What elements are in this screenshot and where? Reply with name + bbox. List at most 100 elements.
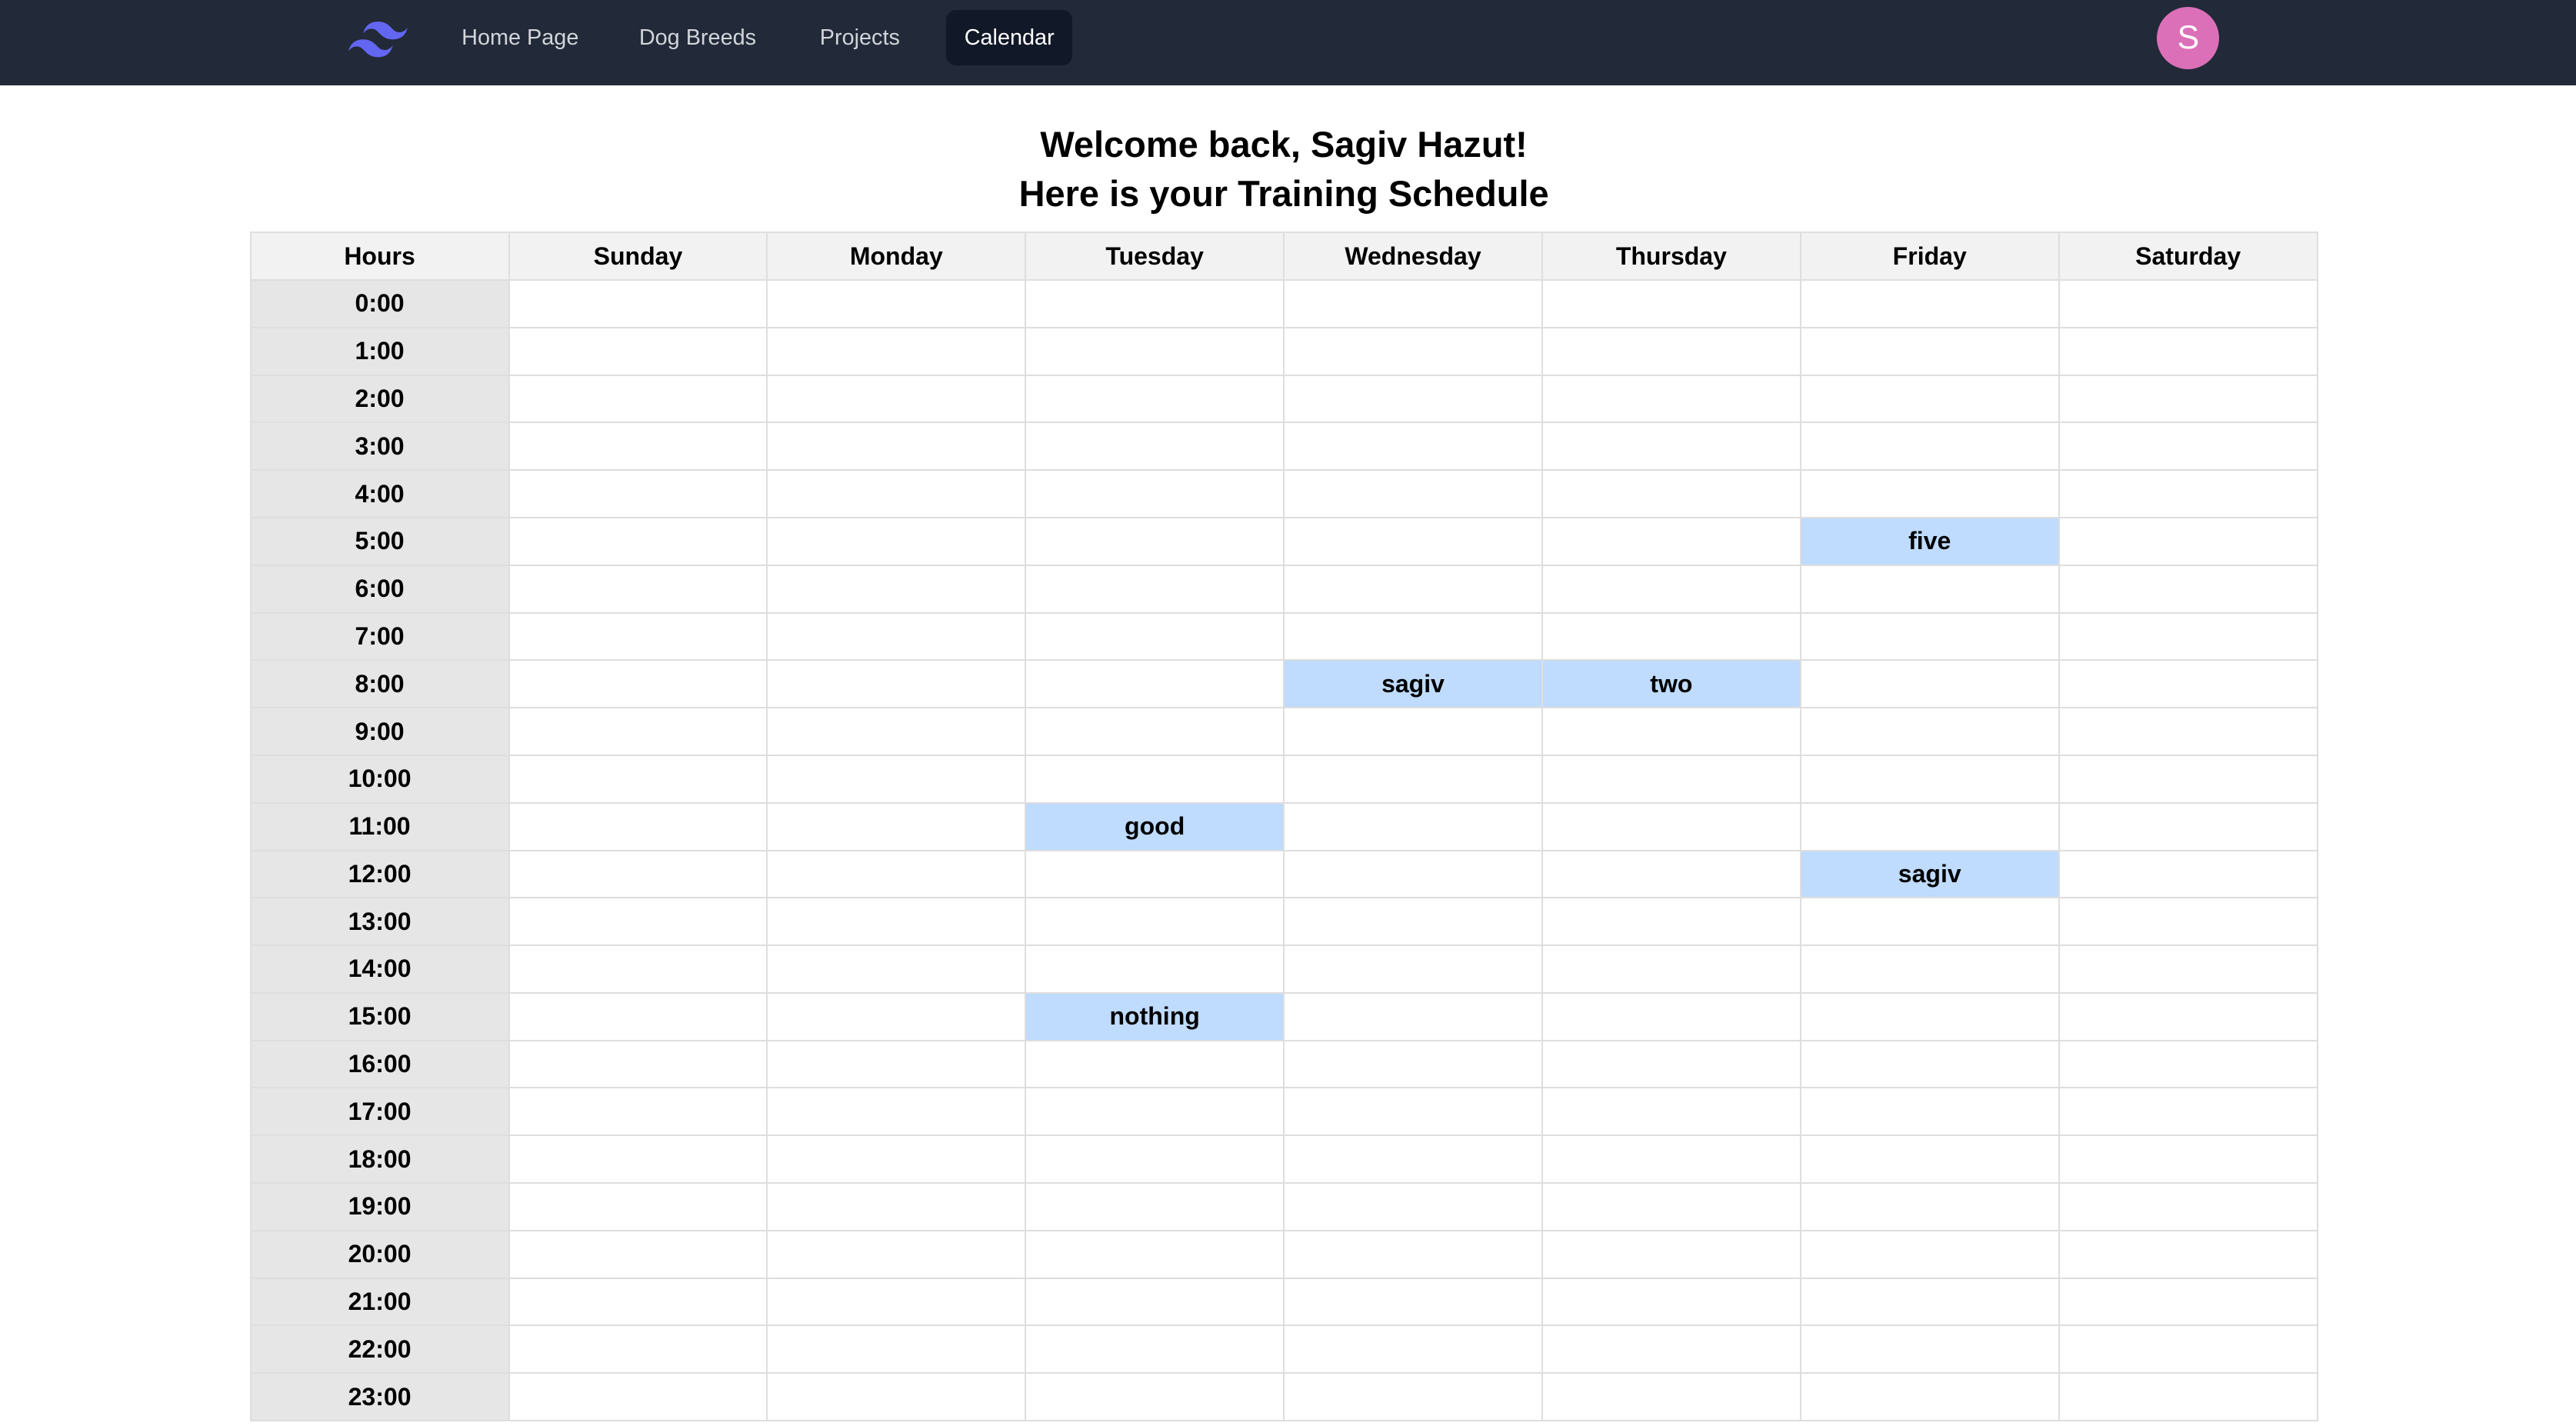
calendar-slot[interactable] bbox=[2058, 564, 2318, 614]
calendar-slot[interactable] bbox=[1283, 1324, 1543, 1374]
calendar-slot[interactable] bbox=[1283, 1182, 1543, 1231]
calendar-slot[interactable] bbox=[1283, 278, 1543, 328]
calendar-slot[interactable] bbox=[1541, 1372, 1801, 1422]
calendar-slot[interactable] bbox=[1541, 849, 1801, 899]
calendar-slot[interactable] bbox=[2058, 1039, 2318, 1089]
calendar-slot[interactable] bbox=[508, 374, 768, 424]
calendar-slot[interactable] bbox=[2058, 1277, 2318, 1327]
calendar-slot[interactable] bbox=[1541, 801, 1801, 851]
calendar-slot[interactable] bbox=[1541, 469, 1801, 518]
calendar-slot[interactable] bbox=[508, 945, 768, 994]
calendar-slot[interactable] bbox=[1025, 945, 1285, 994]
calendar-slot[interactable] bbox=[1025, 469, 1285, 518]
calendar-slot[interactable] bbox=[766, 707, 1027, 756]
nav-calendar[interactable]: Calendar bbox=[946, 9, 1073, 66]
calendar-slot[interactable] bbox=[1025, 421, 1285, 471]
calendar-event[interactable]: five bbox=[1799, 516, 2060, 566]
calendar-slot[interactable] bbox=[1799, 1372, 2060, 1422]
calendar-slot[interactable] bbox=[1283, 801, 1543, 851]
tailwind-logo-icon[interactable] bbox=[348, 20, 408, 59]
calendar-slot[interactable] bbox=[508, 278, 768, 328]
calendar-slot[interactable] bbox=[1799, 754, 2060, 804]
calendar-slot[interactable] bbox=[766, 326, 1027, 376]
calendar-slot[interactable] bbox=[766, 516, 1027, 566]
calendar-slot[interactable] bbox=[1541, 1182, 1801, 1231]
calendar-slot[interactable] bbox=[1025, 611, 1285, 661]
calendar-slot[interactable] bbox=[2058, 374, 2318, 424]
calendar-slot[interactable] bbox=[508, 516, 768, 566]
calendar-slot[interactable] bbox=[2058, 1087, 2318, 1137]
calendar-slot[interactable] bbox=[508, 659, 768, 709]
calendar-slot[interactable] bbox=[508, 1324, 768, 1374]
calendar-slot[interactable] bbox=[1283, 991, 1543, 1041]
calendar-slot[interactable] bbox=[508, 564, 768, 614]
calendar-slot[interactable] bbox=[508, 1182, 768, 1231]
calendar-slot[interactable] bbox=[2058, 945, 2318, 994]
calendar-slot[interactable] bbox=[508, 707, 768, 756]
calendar-slot[interactable] bbox=[766, 897, 1027, 947]
calendar-slot[interactable] bbox=[1541, 945, 1801, 994]
calendar-slot[interactable] bbox=[1799, 278, 2060, 328]
calendar-slot[interactable] bbox=[1799, 374, 2060, 424]
calendar-slot[interactable] bbox=[1025, 1229, 1285, 1279]
calendar-slot[interactable] bbox=[2058, 1229, 2318, 1279]
calendar-slot[interactable] bbox=[766, 1182, 1027, 1231]
calendar-slot[interactable] bbox=[766, 801, 1027, 851]
calendar-slot[interactable] bbox=[1799, 1182, 2060, 1231]
calendar-slot[interactable] bbox=[1025, 1134, 1285, 1184]
calendar-slot[interactable] bbox=[1799, 1087, 2060, 1137]
calendar-slot[interactable] bbox=[1025, 1039, 1285, 1089]
calendar-slot[interactable] bbox=[1025, 659, 1285, 709]
calendar-slot[interactable] bbox=[1283, 707, 1543, 756]
calendar-slot[interactable] bbox=[1025, 1324, 1285, 1374]
calendar-slot[interactable] bbox=[1025, 707, 1285, 756]
calendar-slot[interactable] bbox=[766, 754, 1027, 804]
calendar-slot[interactable] bbox=[766, 945, 1027, 994]
nav-projects[interactable]: Projects bbox=[801, 10, 918, 66]
calendar-slot[interactable] bbox=[1799, 1134, 2060, 1184]
calendar-slot[interactable] bbox=[1541, 1134, 1801, 1184]
calendar-event[interactable]: nothing bbox=[1025, 991, 1285, 1041]
calendar-slot[interactable] bbox=[508, 1229, 768, 1279]
nav-dog-breeds[interactable]: Dog Breeds bbox=[621, 10, 774, 66]
calendar-slot[interactable] bbox=[1283, 1229, 1543, 1279]
calendar-slot[interactable] bbox=[766, 564, 1027, 614]
calendar-slot[interactable] bbox=[2058, 659, 2318, 709]
calendar-slot[interactable] bbox=[508, 1039, 768, 1089]
calendar-slot[interactable] bbox=[2058, 326, 2318, 376]
calendar-slot[interactable] bbox=[1025, 374, 1285, 424]
calendar-slot[interactable] bbox=[2058, 897, 2318, 947]
calendar-slot[interactable] bbox=[1025, 754, 1285, 804]
calendar-slot[interactable] bbox=[1283, 374, 1543, 424]
calendar-slot[interactable] bbox=[508, 1372, 768, 1422]
calendar-slot[interactable] bbox=[1541, 564, 1801, 614]
calendar-slot[interactable] bbox=[766, 1372, 1027, 1422]
calendar-slot[interactable] bbox=[508, 1087, 768, 1137]
calendar-slot[interactable] bbox=[508, 469, 768, 518]
calendar-slot[interactable] bbox=[2058, 849, 2318, 899]
calendar-slot[interactable] bbox=[1541, 326, 1801, 376]
calendar-slot[interactable] bbox=[1799, 897, 2060, 947]
calendar-slot[interactable] bbox=[1541, 991, 1801, 1041]
calendar-slot[interactable] bbox=[508, 421, 768, 471]
calendar-slot[interactable] bbox=[1541, 1087, 1801, 1137]
calendar-slot[interactable] bbox=[1283, 516, 1543, 566]
calendar-slot[interactable] bbox=[1541, 1324, 1801, 1374]
calendar-event[interactable]: good bbox=[1025, 801, 1285, 851]
calendar-slot[interactable] bbox=[1283, 1039, 1543, 1089]
calendar-slot[interactable] bbox=[1799, 1324, 2060, 1374]
calendar-event[interactable]: sagiv bbox=[1799, 849, 2060, 899]
calendar-slot[interactable] bbox=[1541, 374, 1801, 424]
calendar-slot[interactable] bbox=[766, 611, 1027, 661]
calendar-slot[interactable] bbox=[1283, 326, 1543, 376]
calendar-slot[interactable] bbox=[2058, 1324, 2318, 1374]
calendar-slot[interactable] bbox=[508, 801, 768, 851]
calendar-slot[interactable] bbox=[1283, 421, 1543, 471]
calendar-slot[interactable] bbox=[1025, 1372, 1285, 1422]
calendar-slot[interactable] bbox=[766, 469, 1027, 518]
calendar-slot[interactable] bbox=[1799, 564, 2060, 614]
calendar-slot[interactable] bbox=[1541, 1229, 1801, 1279]
calendar-slot[interactable] bbox=[1541, 611, 1801, 661]
calendar-slot[interactable] bbox=[1541, 278, 1801, 328]
calendar-slot[interactable] bbox=[508, 991, 768, 1041]
